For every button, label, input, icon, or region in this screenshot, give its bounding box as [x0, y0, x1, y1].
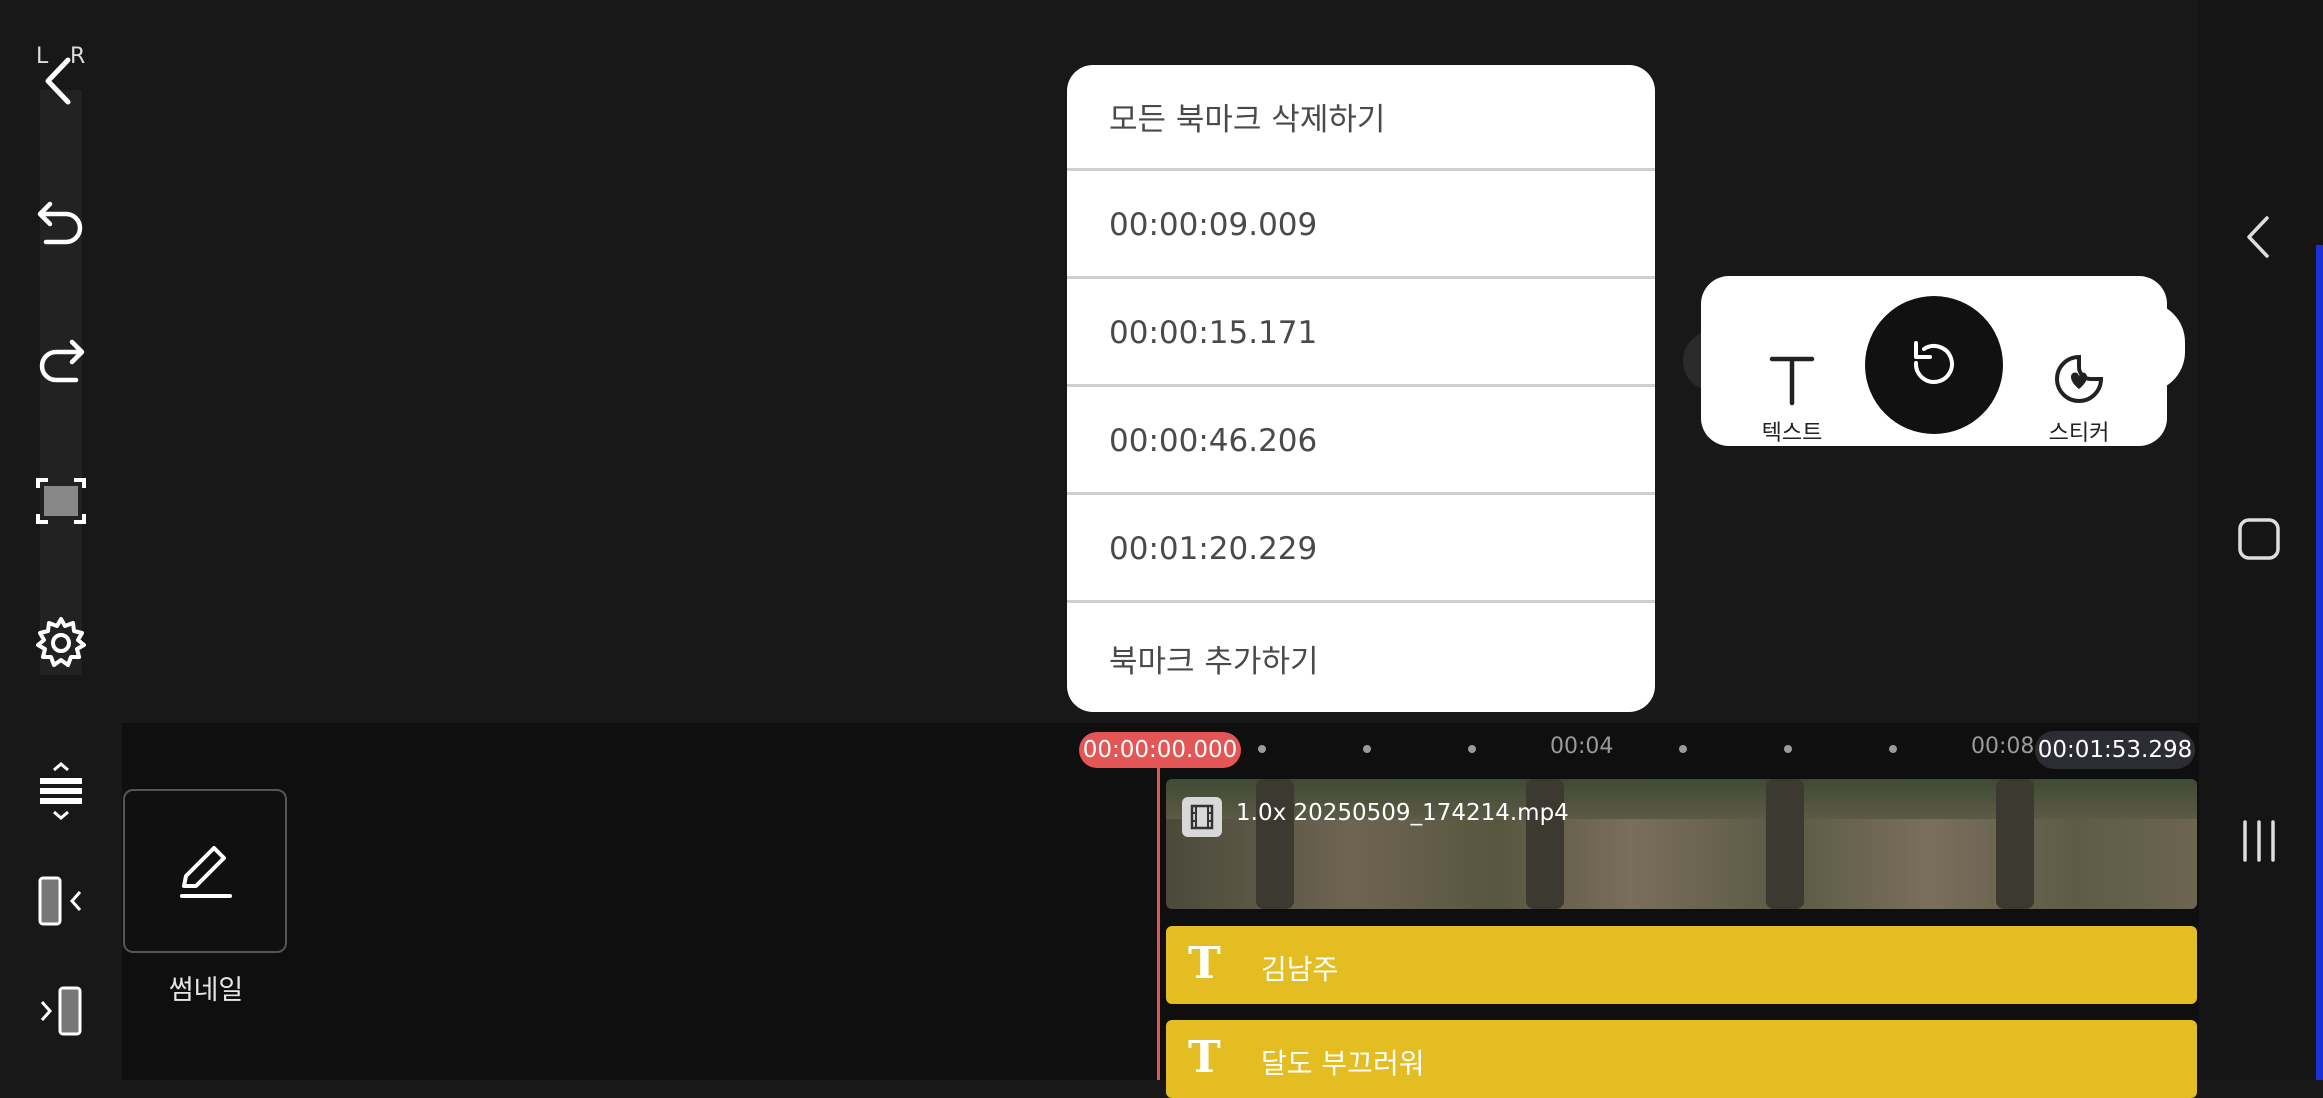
video-clip[interactable]: 1.0x 20250509_174214.mp4	[1166, 779, 2197, 909]
ruler-dot	[1784, 745, 1792, 753]
track-height-icon	[40, 762, 82, 820]
home-square-icon	[2238, 518, 2280, 560]
quick-tools-handle	[2145, 302, 2185, 392]
gear-icon	[36, 617, 86, 667]
fullscreen-icon	[36, 478, 86, 524]
ruler-tick: 00:08	[1971, 734, 2035, 759]
ruler-dot	[1679, 745, 1687, 753]
nav-recents-button[interactable]	[2225, 807, 2293, 875]
tree-trunk	[1766, 779, 1804, 909]
playhead-line[interactable]	[1157, 768, 1160, 1080]
back-arrow-icon	[45, 57, 71, 105]
tree-trunk	[1256, 779, 1294, 909]
pencil-icon	[180, 846, 232, 898]
chevron-left-icon	[2247, 216, 2269, 258]
text-clip-icon: T	[1188, 938, 1221, 989]
thumbnail-edit-button[interactable]	[123, 789, 287, 953]
rotate-icon	[1913, 341, 1954, 384]
back-button[interactable]	[24, 44, 98, 118]
add-bookmark-item[interactable]: 북마크 추가하기	[1067, 605, 1655, 711]
undo-icon	[37, 201, 83, 245]
left-toolbar: L R	[0, 0, 122, 1080]
ruler-dot	[1889, 745, 1897, 753]
trim-end-icon	[40, 986, 82, 1036]
undo-button[interactable]	[24, 184, 98, 258]
sticker-tool-label: 스티커	[2048, 421, 2110, 446]
thumbnail-label: 썸네일	[168, 975, 244, 1006]
playhead-time: 00:00:00.000	[1079, 732, 1241, 768]
trim-start-button[interactable]	[24, 864, 98, 938]
ruler-dot	[1258, 745, 1266, 753]
nav-back-button[interactable]	[2225, 203, 2293, 271]
track-height-button[interactable]	[24, 754, 98, 828]
rotate-button[interactable]	[1865, 296, 2003, 434]
bookmark-menu: 모든 북마크 삭제하기 00:00:09.009 00:00:15.171 00…	[1067, 65, 1655, 712]
text-clip-label: 달도 부끄러워	[1261, 1047, 1425, 1080]
bookmark-item[interactable]: 00:01:20.229	[1067, 497, 1655, 603]
text-clip-label: 김남주	[1261, 953, 1339, 986]
trim-end-button[interactable]	[24, 974, 98, 1048]
fullscreen-button[interactable]	[24, 464, 98, 538]
film-icon	[1182, 797, 1222, 837]
bookmark-item[interactable]: 00:00:09.009	[1067, 173, 1655, 279]
tree-trunk	[1996, 779, 2034, 909]
text-clip-icon: T	[1188, 1032, 1221, 1083]
settings-button[interactable]	[24, 606, 98, 680]
trim-start-icon	[38, 876, 82, 926]
text-clip[interactable]: T 김남주	[1166, 926, 2197, 1004]
ruler-dot	[1468, 745, 1476, 753]
total-duration: 00:01:53.298	[2035, 731, 2195, 769]
video-clip-name: 1.0x 20250509_174214.mp4	[1236, 800, 1569, 826]
redo-icon	[39, 339, 85, 383]
ruler-dot	[1363, 745, 1371, 753]
text-tool-label: 텍스트	[1761, 421, 1823, 446]
text-clip[interactable]: T 달도 부끄러워	[1166, 1020, 2197, 1098]
tree-trunk	[1526, 779, 1564, 909]
text-icon	[1769, 356, 1815, 406]
quick-tools-bar: 텍스트 스티커	[1683, 276, 2186, 446]
recents-icon	[2243, 820, 2275, 862]
nav-accent-bar	[2316, 245, 2323, 1080]
redo-button[interactable]	[24, 322, 98, 396]
ruler-tick: 00:04	[1550, 734, 1614, 759]
text-tool-button[interactable]: 텍스트	[1747, 351, 1837, 447]
sticker-icon	[2055, 354, 2104, 403]
bookmark-item[interactable]: 00:00:46.206	[1067, 389, 1655, 495]
delete-all-bookmarks-item[interactable]: 모든 북마크 삭제하기	[1067, 65, 1655, 171]
nav-home-button[interactable]	[2225, 505, 2293, 573]
bookmark-item[interactable]: 00:00:15.171	[1067, 281, 1655, 387]
sticker-tool-button[interactable]: 스티커	[2034, 351, 2124, 447]
